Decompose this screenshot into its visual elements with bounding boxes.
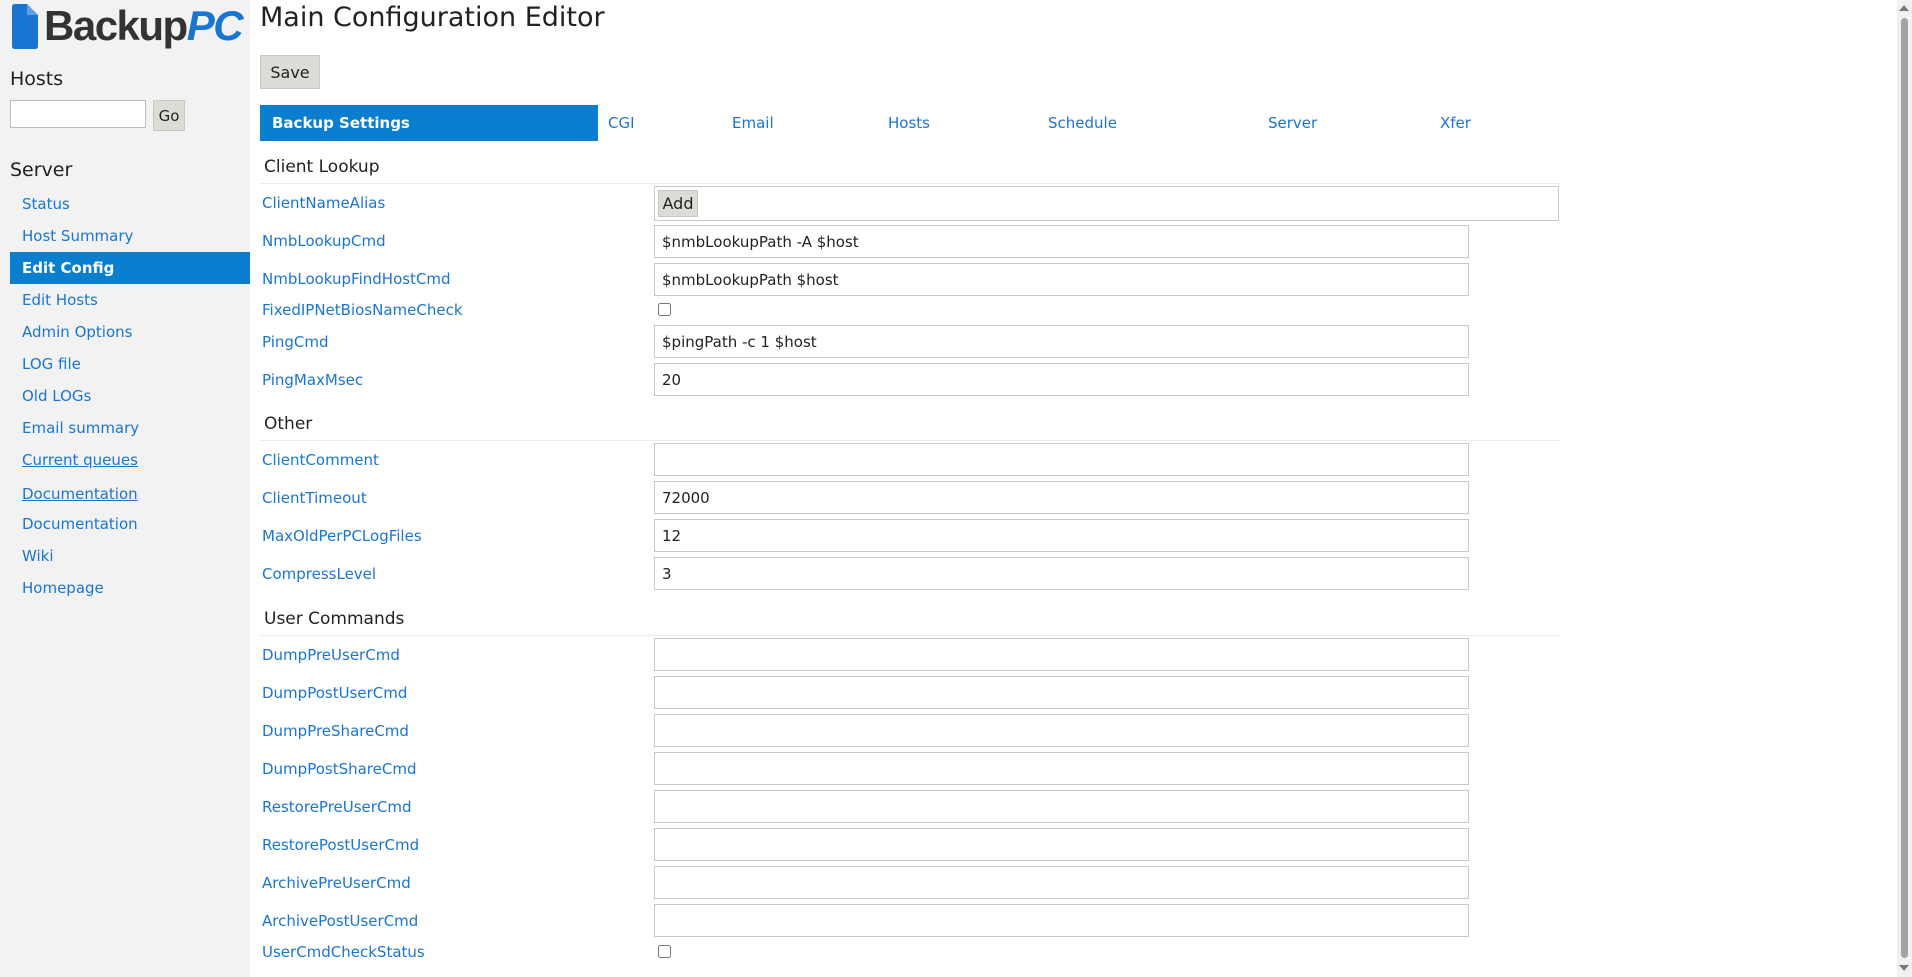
max-old-per-pc-log-files-input[interactable] (654, 519, 1469, 552)
host-search-input[interactable] (10, 100, 146, 128)
nav-old-logs[interactable]: Old LOGs (10, 380, 250, 412)
page-title: Main Configuration Editor (260, 2, 605, 33)
nav-email-summary[interactable]: Email summary (10, 412, 250, 444)
label-archive-post-user-cmd[interactable]: ArchivePostUserCmd (262, 912, 418, 930)
dump-pre-user-cmd-input[interactable] (654, 638, 1469, 671)
restore-pre-user-cmd-input[interactable] (654, 790, 1469, 823)
nav-admin-options[interactable]: Admin Options (10, 316, 250, 348)
dump-pre-share-cmd-input[interactable] (654, 714, 1469, 747)
section-client-lookup: Client Lookup (264, 157, 380, 177)
label-restore-post-user-cmd[interactable]: RestorePostUserCmd (262, 836, 419, 854)
nav-current-queues[interactable]: Current queues (10, 444, 250, 476)
scrollbar-thumb[interactable] (1901, 18, 1908, 958)
nav-edit-config[interactable]: Edit Config (10, 252, 250, 284)
brand-accent: PC (186, 2, 244, 49)
server-heading: Server (10, 159, 73, 181)
ping-cmd-input[interactable] (654, 325, 1469, 358)
tab-email[interactable]: Email (732, 105, 774, 141)
client-name-alias-box: Add (654, 186, 1559, 221)
tab-xfer[interactable]: Xfer (1440, 105, 1471, 141)
label-fixed-ip-netbios-name-check[interactable]: FixedIPNetBiosNameCheck (262, 301, 463, 319)
nav-host-summary[interactable]: Host Summary (10, 220, 250, 252)
user-cmd-check-status-checkbox[interactable] (658, 945, 671, 958)
scroll-down-icon[interactable] (1899, 965, 1909, 971)
nav-documentation[interactable]: Documentation (10, 492, 250, 540)
fixed-ip-netbios-name-check-checkbox[interactable] (658, 303, 671, 316)
scroll-up-icon[interactable] (1899, 5, 1909, 11)
nmb-lookup-cmd-input[interactable] (654, 225, 1469, 258)
hosts-heading: Hosts (10, 68, 64, 90)
add-button[interactable]: Add (658, 190, 698, 217)
label-client-name-alias[interactable]: ClientNameAlias (262, 194, 385, 212)
section-user-commands: User Commands (264, 609, 405, 629)
tab-schedule[interactable]: Schedule (1048, 105, 1117, 141)
nav-edit-hosts[interactable]: Edit Hosts (10, 284, 250, 316)
section-divider (260, 440, 1560, 441)
go-button[interactable]: Go (153, 100, 185, 131)
tab-hosts[interactable]: Hosts (888, 105, 930, 141)
label-dump-pre-user-cmd[interactable]: DumpPreUserCmd (262, 646, 400, 664)
save-button[interactable]: Save (260, 55, 320, 89)
label-archive-pre-user-cmd[interactable]: ArchivePreUserCmd (262, 874, 411, 892)
tab-cgi[interactable]: CGI (608, 105, 635, 141)
archive-post-user-cmd-input[interactable] (654, 904, 1469, 937)
label-restore-pre-user-cmd[interactable]: RestorePreUserCmd (262, 798, 412, 816)
nmb-lookup-find-host-cmd-input[interactable] (654, 263, 1469, 296)
section-other: Other (264, 414, 313, 434)
tab-server[interactable]: Server (1268, 105, 1317, 141)
label-client-comment[interactable]: ClientComment (262, 451, 379, 469)
sidebar: BackupPC Hosts Go Server Status Host Sum… (0, 0, 250, 977)
label-dump-post-share-cmd[interactable]: DumpPostShareCmd (262, 760, 416, 778)
label-ping-max-msec[interactable]: PingMaxMsec (262, 371, 363, 389)
label-user-cmd-check-status[interactable]: UserCmdCheckStatus (262, 943, 425, 961)
client-comment-input[interactable] (654, 443, 1469, 476)
label-ping-cmd[interactable]: PingCmd (262, 333, 329, 351)
dump-post-share-cmd-input[interactable] (654, 752, 1469, 785)
section-divider (260, 635, 1560, 636)
nav-homepage[interactable]: Homepage (10, 572, 250, 604)
section-divider (260, 183, 1560, 184)
file-icon (12, 3, 38, 49)
restore-post-user-cmd-input[interactable] (654, 828, 1469, 861)
backuppc-logo[interactable]: BackupPC (10, 2, 244, 50)
nav-wiki[interactable]: Wiki (10, 540, 250, 572)
label-client-timeout[interactable]: ClientTimeout (262, 489, 367, 507)
label-dump-pre-share-cmd[interactable]: DumpPreShareCmd (262, 722, 409, 740)
app-window: BackupPC Hosts Go Server Status Host Sum… (0, 0, 1912, 977)
ping-max-msec-input[interactable] (654, 363, 1469, 396)
archive-pre-user-cmd-input[interactable] (654, 866, 1469, 899)
label-nmb-lookup-find-host-cmd[interactable]: NmbLookupFindHostCmd (262, 270, 451, 288)
nav-documentation-hover[interactable]: Documentation (10, 476, 250, 503)
dump-post-user-cmd-input[interactable] (654, 676, 1469, 709)
config-tabs: Backup Settings CGI Email Hosts Schedule… (260, 105, 1560, 141)
server-nav: Status Host Summary Edit Config Edit Hos… (10, 188, 250, 604)
tab-backup-settings[interactable]: Backup Settings (260, 105, 598, 141)
brand-text: Backup (44, 2, 188, 49)
nav-log-file[interactable]: LOG file (10, 348, 250, 380)
label-compress-level[interactable]: CompressLevel (262, 565, 376, 583)
label-max-old-per-pc-log-files[interactable]: MaxOldPerPCLogFiles (262, 527, 422, 545)
label-nmb-lookup-cmd[interactable]: NmbLookupCmd (262, 232, 386, 250)
client-timeout-input[interactable] (654, 481, 1469, 514)
compress-level-input[interactable] (654, 557, 1469, 590)
brand-name: BackupPC (44, 2, 244, 49)
nav-status[interactable]: Status (10, 188, 250, 220)
label-dump-post-user-cmd[interactable]: DumpPostUserCmd (262, 684, 407, 702)
